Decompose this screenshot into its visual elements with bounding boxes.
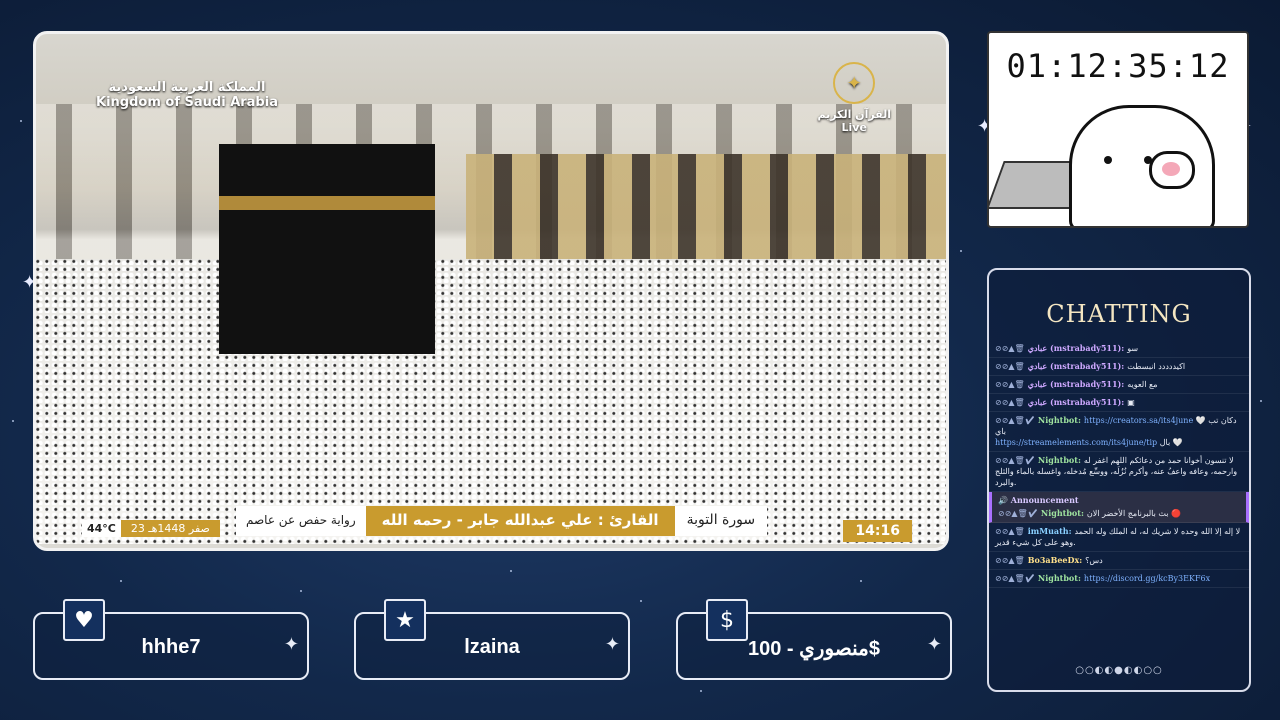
star-icon: ★ <box>384 599 426 641</box>
chat-message-list[interactable]: ⊘⊘▲🗑 عبادي (mstrabady511): سو ⊘⊘▲🗑 عبادي (m… <box>989 340 1249 588</box>
stream-video: المملكة العربية السعودية Kingdom of Saud… <box>33 31 949 551</box>
lower-third: سورة التوبة القارئ : علي عبدالله جابر - … <box>236 506 768 536</box>
chat-message: ⊘⊘▲🗑 عبادي (mstrabady511): اكيددددد انبسطت <box>989 358 1249 376</box>
timer-panel: 01:12:35:12 <box>987 31 1249 228</box>
video-clock: 14:16 <box>843 520 912 542</box>
sparkle-icon: ✦ <box>926 634 942 655</box>
cat-paw <box>1149 151 1195 189</box>
reader-label: القارئ : علي عبدالله جابر - رحمه الله <box>365 506 675 536</box>
hijri-date: 23 صفر 1448هـ <box>120 520 220 537</box>
announcement-message: 🔊 Announcement ⊘⊘▲🗑✔ Nightbot: بث بالبرنام… <box>989 492 1249 523</box>
latest-subscriber-card: ★ lzaina ✦ <box>354 599 630 680</box>
badge-icons: ⊘⊘▲🗑 <box>995 344 1025 353</box>
chat-message: ⊘⊘▲🗑 عبادي (mstrabady511): ▣ <box>989 394 1249 412</box>
channel-watermark: المملكة العربية السعودية Kingdom of Saud… <box>96 80 278 110</box>
chat-title: CHATTING <box>1046 300 1192 328</box>
latest-donation-card: $ منصوري - 100$ ✦ <box>676 599 952 680</box>
stream-timer: 01:12:35:12 <box>1006 47 1230 85</box>
kaaba <box>219 144 435 354</box>
chat-message: ⊘⊘▲🗑 عبادي (mstrabady511): سو <box>989 340 1249 358</box>
chat-message: ⊘⊘▲🗑 imMuath: لا إله إلا الله وحده لا شريك… <box>989 523 1249 552</box>
sparkle-icon: ✦ <box>283 634 299 655</box>
riwaya-label: رواية حفص عن عاصم <box>236 506 366 536</box>
announcement-label: 🔊 Announcement <box>998 495 1079 505</box>
chat-message: ⊘⊘▲🗑 عبادي (mstrabady511): مع العويه <box>989 376 1249 394</box>
latest-donation-text: منصوري - 100$ <box>747 638 880 660</box>
latest-follower-name: hhhe7 <box>141 636 201 658</box>
sparkle-icon: ✦ <box>604 634 620 655</box>
channel-logo: ✦ القرآن الكريم Live <box>817 62 891 134</box>
chat-message: ⊘⊘▲🗑✔ Nightbot: https://discord.gg/kcBy3EK… <box>989 570 1249 588</box>
latest-subscriber-name: lzaina <box>464 636 520 658</box>
dollar-icon: $ <box>706 599 748 641</box>
surah-label: سورة التوبة <box>674 506 768 536</box>
chat-message: ⊘⊘▲🗑 Bo3aBeeDx: دس؟ <box>989 552 1249 570</box>
date-temperature: 44°C 23 صفر 1448هـ <box>82 520 220 537</box>
chat-pager: ○○◐◐●◐◐○○ <box>1075 665 1163 676</box>
temperature: 44°C <box>82 520 121 537</box>
latest-follower-card: ♥ hhhe7 ✦ <box>33 599 309 680</box>
emote-icon: ▣ <box>1127 398 1135 407</box>
chat-message: ⊘⊘▲🗑✔ Nightbot: لا تنسون أخوانا حمد من دعا… <box>989 452 1249 492</box>
chat-message: ⊘⊘▲🗑✔ Nightbot: https://creators.sa/its4ju… <box>989 412 1249 452</box>
palm-emblem-icon: ✦ <box>833 62 876 104</box>
chat-panel: CHATTING ⊘⊘▲🗑 عبادي (mstrabady511): سو ⊘⊘▲… <box>987 268 1251 692</box>
heart-icon: ♥ <box>63 599 105 641</box>
